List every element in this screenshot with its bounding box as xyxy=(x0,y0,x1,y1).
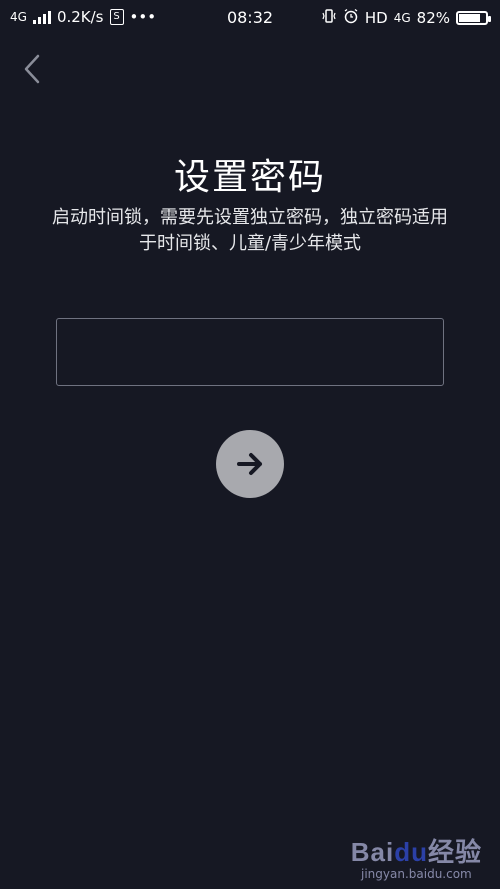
network-type-right: 4G xyxy=(393,11,411,25)
vibrate-icon xyxy=(321,8,337,28)
watermark-url: jingyan.baidu.com xyxy=(361,867,472,881)
page-subtitle: 启动时间锁，需要先设置独立密码，独立密码适用于时间锁、儿童/青少年模式 xyxy=(52,207,448,254)
watermark: Baidu经验 jingyan.baidu.com xyxy=(351,832,482,881)
page-title: 设置密码 xyxy=(173,157,326,198)
battery-percent: 82% xyxy=(416,9,450,27)
watermark-brand-paw: du xyxy=(394,837,428,867)
back-button[interactable] xyxy=(18,52,48,86)
battery-fill xyxy=(459,14,481,22)
password-input[interactable] xyxy=(56,318,444,386)
next-button[interactable] xyxy=(216,430,284,498)
arrow-right-icon xyxy=(237,453,262,475)
watermark-brand-2: 经验 xyxy=(427,837,482,867)
watermark-brand-1: Bai xyxy=(350,837,395,867)
status-bar: 4G 0.2K/s S ••• 08:32 HD 4G 82% xyxy=(0,0,500,36)
battery-icon xyxy=(456,11,491,25)
watermark-logo: Baidu经验 xyxy=(351,832,482,869)
hd-indicator: HD xyxy=(364,9,388,27)
alarm-icon xyxy=(343,8,359,28)
status-right: HD 4G 82% xyxy=(321,8,491,28)
chevron-left-icon xyxy=(24,54,40,84)
